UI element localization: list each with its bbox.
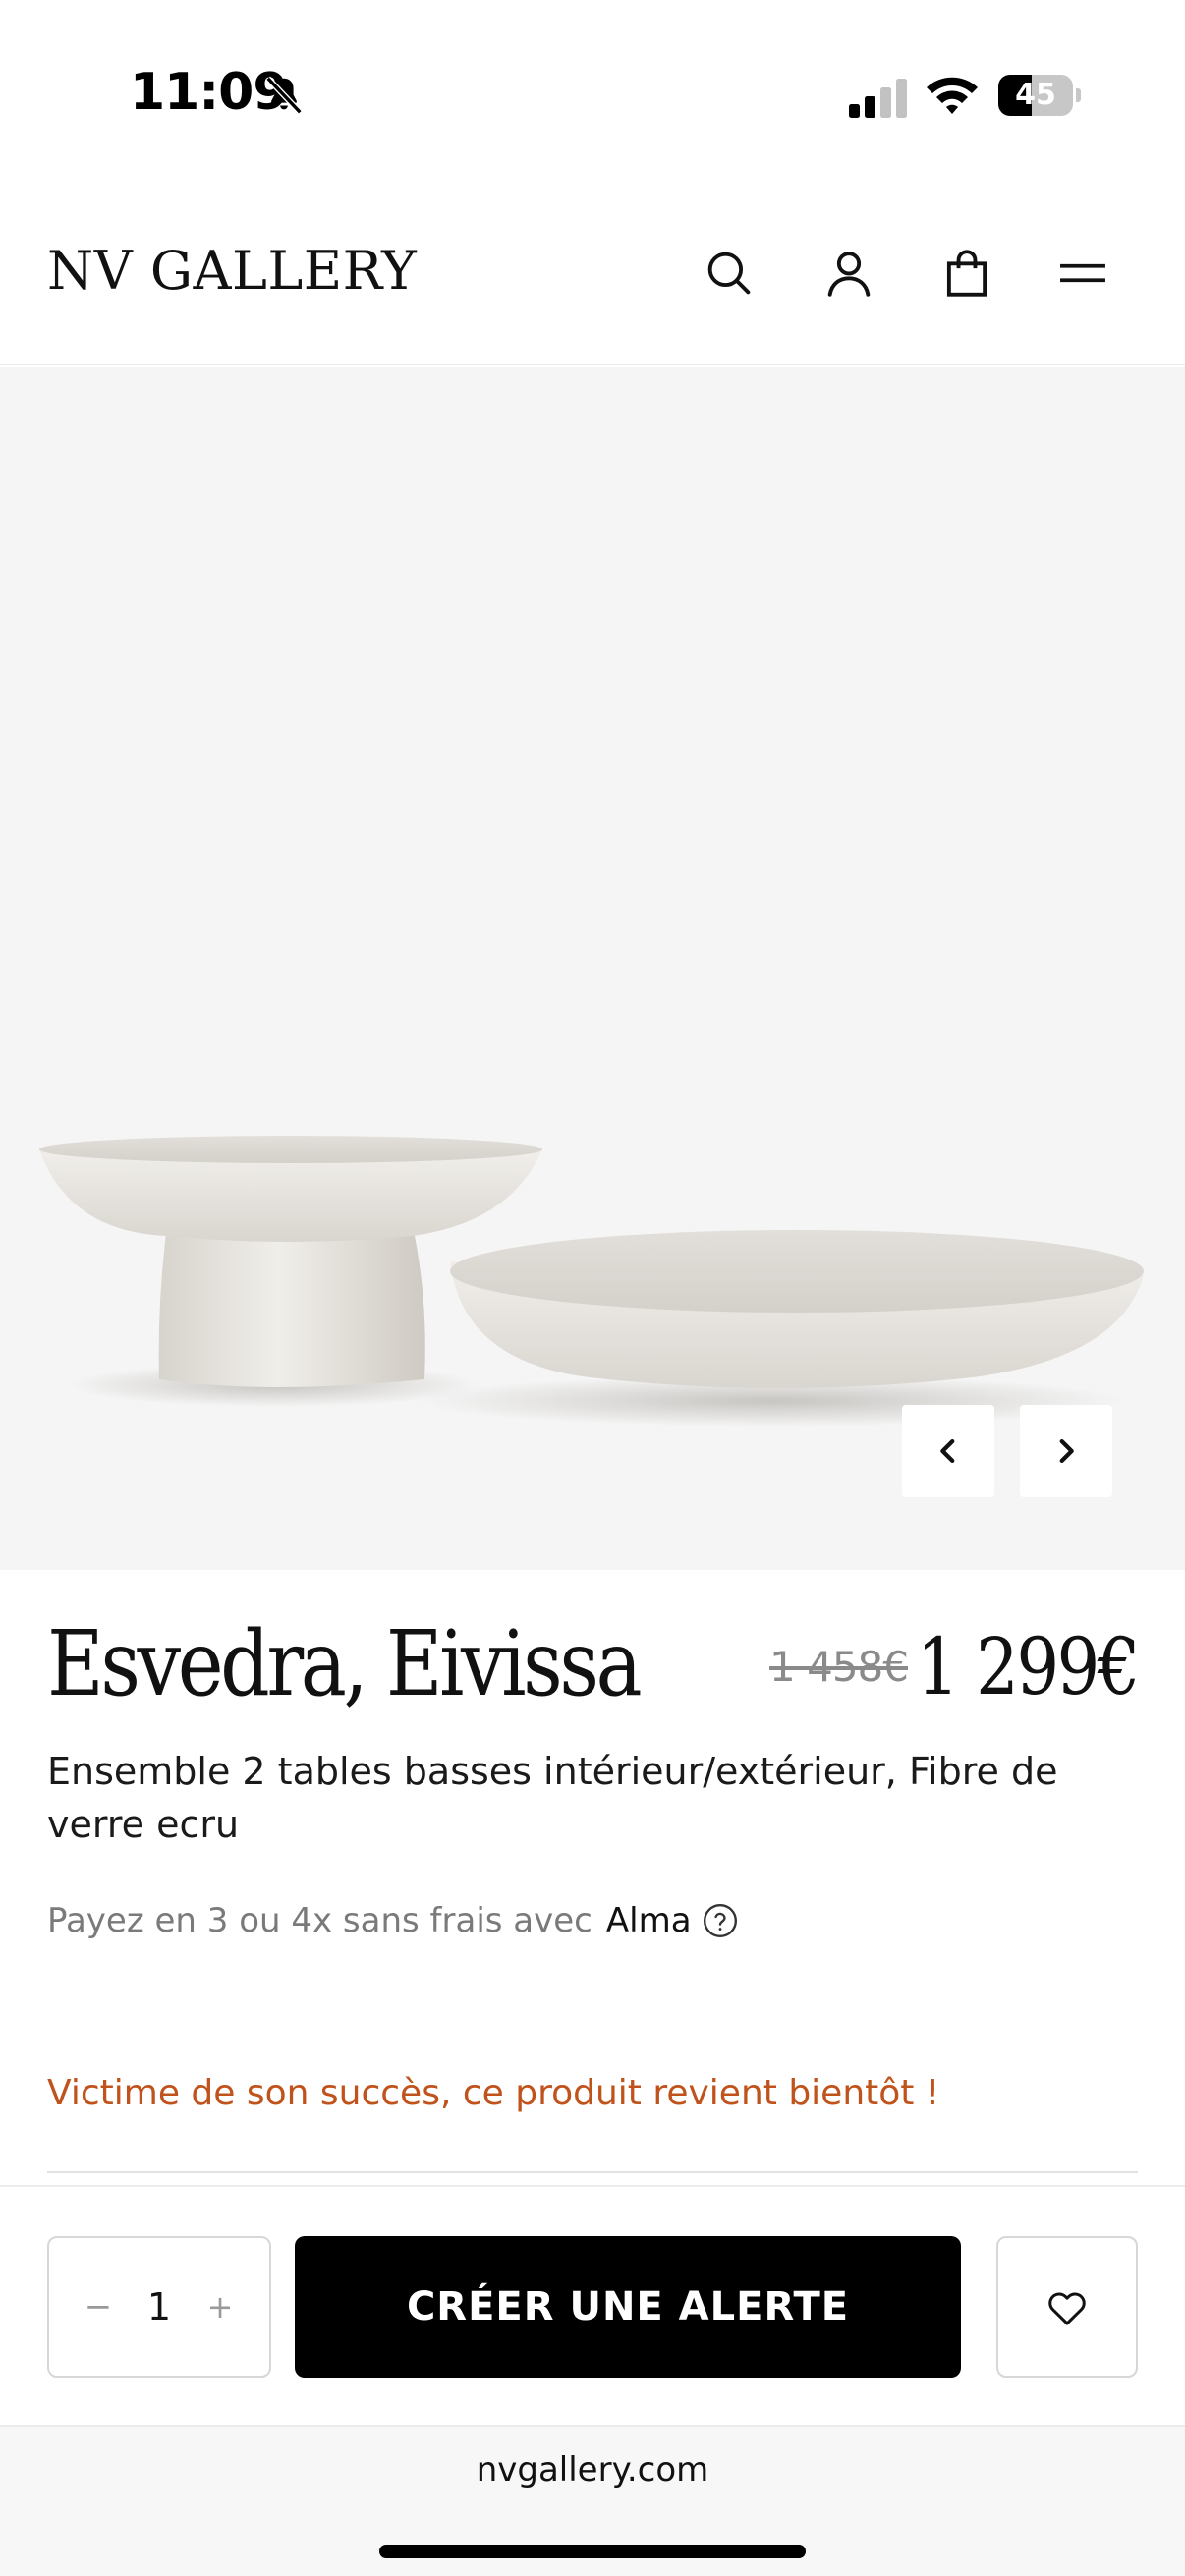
divider [47, 2171, 1138, 2173]
gallery-prev-button[interactable] [902, 1405, 994, 1497]
wishlist-button[interactable] [996, 2236, 1138, 2378]
create-alert-button[interactable]: CRÉER UNE ALERTE [295, 2236, 961, 2378]
sale-price: 1 299€ [916, 1621, 1141, 1712]
status-bar: 11:09 45 [0, 0, 1185, 187]
stock-message: Victime de son succès, ce produit revien… [47, 2073, 940, 2113]
heart-icon [1048, 2292, 1086, 2325]
site-header: NV GALLERY [0, 187, 1185, 365]
battery-level: 45 [1015, 78, 1056, 112]
browser-url[interactable]: nvgallery.com [0, 2450, 1185, 2490]
battery-indicator: 45 [998, 75, 1081, 116]
cart-icon [946, 250, 988, 297]
wifi-icon [927, 77, 978, 114]
account-button[interactable] [808, 232, 890, 314]
menu-button[interactable] [1042, 232, 1124, 314]
quantity-value[interactable]: 1 [128, 2238, 191, 2376]
gallery-next-button[interactable] [1020, 1405, 1112, 1497]
search-button[interactable] [688, 232, 770, 314]
account-icon [827, 252, 871, 297]
action-bar: − 1 + CRÉER UNE ALERTE [0, 2185, 1185, 2423]
payment-text: Payez en 3 ou 4x sans frais avec [47, 1901, 592, 1940]
payment-brand: Alma [605, 1901, 692, 1940]
home-indicator[interactable] [379, 2545, 806, 2558]
chevron-left-icon [940, 1438, 955, 1464]
product-description: Ensemble 2 tables basses intérieur/extér… [47, 1750, 1058, 1846]
payment-info: Payez en 3 ou 4x sans frais avec Alma [47, 1898, 739, 1943]
product-image[interactable] [0, 367, 1185, 1570]
quantity-decrease-button[interactable]: − [69, 2238, 128, 2376]
browser-bar: nvgallery.com [0, 2425, 1185, 2576]
product-title: Esvedra, Eivissa [47, 1611, 643, 1716]
bell-muted-icon [265, 76, 303, 115]
help-icon[interactable] [702, 1902, 739, 1939]
cellular-signal-icon [849, 79, 907, 118]
cart-button[interactable] [926, 232, 1008, 314]
product-gallery[interactable] [0, 367, 1185, 1570]
chevron-right-icon [1059, 1438, 1074, 1464]
brand-logo[interactable]: NV GALLERY [47, 240, 417, 302]
quantity-stepper[interactable]: − 1 + [47, 2236, 271, 2378]
quantity-increase-button[interactable]: + [191, 2238, 250, 2376]
original-price: 1 458€ [769, 1643, 909, 1691]
menu-icon [1060, 263, 1105, 283]
search-icon [707, 252, 751, 295]
